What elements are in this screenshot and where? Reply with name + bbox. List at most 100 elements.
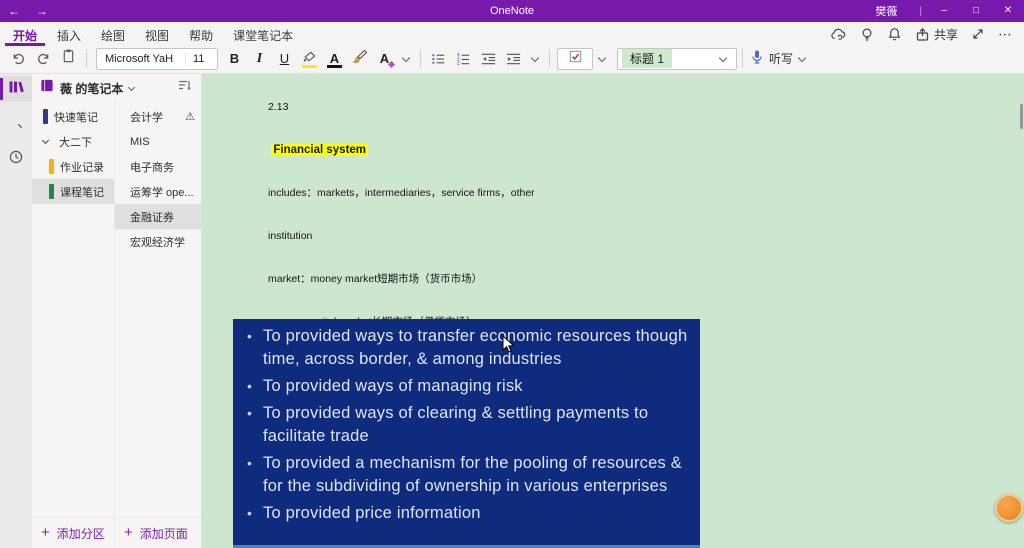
outdent-button[interactable] [476, 47, 501, 71]
page-list: 会计学 ⚠ MIS 电子商务 运筹学 ope... [115, 102, 201, 548]
indent-button[interactable] [501, 47, 526, 71]
undo-button[interactable] [6, 47, 31, 71]
numbered-list-button[interactable] [451, 47, 476, 71]
page-label: 电子商务 [130, 159, 174, 175]
sort-icon[interactable] [178, 79, 192, 97]
notifications-bell-icon[interactable] [887, 27, 902, 42]
style-name: 标题 1 [622, 49, 672, 68]
add-page-button[interactable]: + 添加页面 [115, 517, 201, 548]
dictate-button[interactable]: 听写 [750, 49, 793, 68]
section-color-tab [49, 159, 54, 174]
fullscreen-toggle-icon[interactable] [971, 27, 985, 41]
clock-icon [8, 149, 24, 170]
slide-bullet-item: • To provided a mechanism for the poolin… [241, 452, 690, 498]
highlight-button[interactable] [297, 47, 322, 71]
sync-warning-icon: ⚠ [185, 110, 195, 123]
microphone-icon [750, 49, 764, 68]
section-item[interactable]: 课程笔记 [32, 179, 114, 204]
page-item[interactable]: 电子商务 [115, 154, 201, 179]
section-item[interactable]: 大二下 [32, 129, 114, 154]
ribbon-tab[interactable]: 开始 [5, 22, 45, 46]
page-item[interactable]: MIS [115, 129, 201, 154]
slide-image[interactable]: • To provided ways to transfer economic … [233, 319, 700, 548]
notebooks-nav-button[interactable] [0, 76, 32, 102]
floating-badge[interactable] [995, 494, 1023, 522]
note-line[interactable]: market：money market短期市场（货币市场） [233, 258, 535, 301]
app-title: OneNote [0, 5, 1024, 17]
page-label: 金融证券 [130, 209, 174, 225]
checkbox-icon [568, 49, 583, 69]
section-color-tab [43, 109, 48, 124]
group-expand-chevron-icon[interactable] [42, 137, 49, 144]
section-item[interactable]: 作业记录 [32, 154, 114, 179]
font-controls: Microsoft YaH 11 [96, 48, 218, 70]
slide-bullet-text: To provided price information [263, 502, 690, 525]
bullet-list-button[interactable] [426, 47, 451, 71]
section-list: 快速笔记 大二下 作业记录 [32, 102, 115, 548]
ribbon-tab[interactable]: 绘图 [93, 22, 133, 46]
todo-tag-button[interactable] [557, 48, 593, 70]
font-color-bar [327, 65, 342, 68]
note-line[interactable]: institution [233, 215, 535, 258]
tell-me-lightbulb-icon[interactable] [860, 27, 874, 42]
ribbon-tab[interactable]: 插入 [49, 22, 89, 46]
ribbon-tabs-row: 开始插入绘图视图帮助课堂笔记本 共享 [0, 22, 1024, 46]
font-color-button[interactable]: A [322, 47, 347, 71]
page-item[interactable]: 运筹学 ope... [115, 179, 201, 204]
slide-bullet-item: • To provided ways of managing risk [241, 375, 690, 398]
dictate-chevron-icon[interactable] [798, 53, 806, 61]
scrollbar-thumb[interactable] [1020, 104, 1023, 129]
page-item[interactable]: 金融证券 [115, 204, 201, 229]
search-button[interactable] [0, 111, 32, 137]
underline-button[interactable]: U [272, 47, 297, 71]
page-label: 宏观经济学 [130, 234, 185, 250]
page-item[interactable]: 宏观经济学 [115, 229, 201, 254]
style-chevron-icon [719, 53, 727, 61]
sync-status-icon[interactable] [830, 27, 847, 42]
notebook-icon [40, 78, 54, 98]
ribbon-more-button[interactable]: ⋯ [998, 26, 1012, 43]
notebook-switcher[interactable]: 薇 的笔记本 [32, 74, 201, 102]
notebook-title: 薇 的笔记本 [60, 80, 123, 97]
italic-button[interactable]: I [247, 47, 272, 71]
slide-bullet-text: To provided ways of clearing & settling … [263, 402, 690, 448]
section-label: 作业记录 [60, 159, 104, 175]
page-label: 运筹学 ope... [130, 184, 194, 200]
share-button[interactable]: 共享 [915, 26, 958, 43]
note-line[interactable]: 2.13 [233, 86, 535, 129]
clear-formatting-button[interactable]: A [372, 47, 397, 71]
format-painter-button[interactable] [347, 47, 372, 71]
redo-button[interactable] [31, 47, 56, 71]
note-line[interactable]: includes：markets，intermediaries，service … [233, 172, 535, 215]
page-canvas[interactable]: 2.13 Financial system includes：markets，i… [202, 74, 1024, 548]
ribbon-tab[interactable]: 帮助 [181, 22, 221, 46]
recent-notes-button[interactable] [0, 146, 32, 172]
clipboard-icon [61, 48, 76, 69]
note-text: market：money market短期市场（货币市场） [268, 273, 482, 285]
mouse-cursor [502, 335, 515, 359]
note-text: 2.13 [268, 101, 288, 113]
bullet-icon: • [241, 375, 263, 398]
ribbon-tab[interactable]: 视图 [137, 22, 177, 46]
page-label: 会计学 [130, 109, 163, 125]
style-select[interactable]: 标题 1 [617, 48, 737, 70]
highlight-color-bar [302, 65, 317, 68]
page-label: MIS [130, 136, 150, 148]
toolbar-divider [420, 49, 421, 68]
bold-button[interactable]: B [222, 47, 247, 71]
note-line[interactable]: Financial system [233, 129, 535, 172]
paragraph-group-chevron-icon[interactable] [531, 53, 539, 61]
font-size-select[interactable]: 11 [185, 53, 217, 65]
font-name-select[interactable]: Microsoft YaH [97, 53, 185, 65]
font-group-chevron-icon[interactable] [402, 53, 410, 61]
section-label: 大二下 [59, 134, 92, 150]
titlebar: ← → OneNote 樊薇 | – □ ✕ [0, 0, 1024, 22]
tag-chevron-icon[interactable] [598, 53, 606, 61]
section-item[interactable]: 快速笔记 [32, 104, 114, 129]
paste-button[interactable] [56, 47, 81, 71]
add-section-button[interactable]: + 添加分区 [32, 517, 114, 548]
section-label: 快速笔记 [54, 109, 98, 125]
page-item[interactable]: 会计学 ⚠ [115, 104, 201, 129]
ribbon-tab[interactable]: 课堂笔记本 [225, 22, 301, 46]
toolbar-divider [549, 49, 550, 68]
